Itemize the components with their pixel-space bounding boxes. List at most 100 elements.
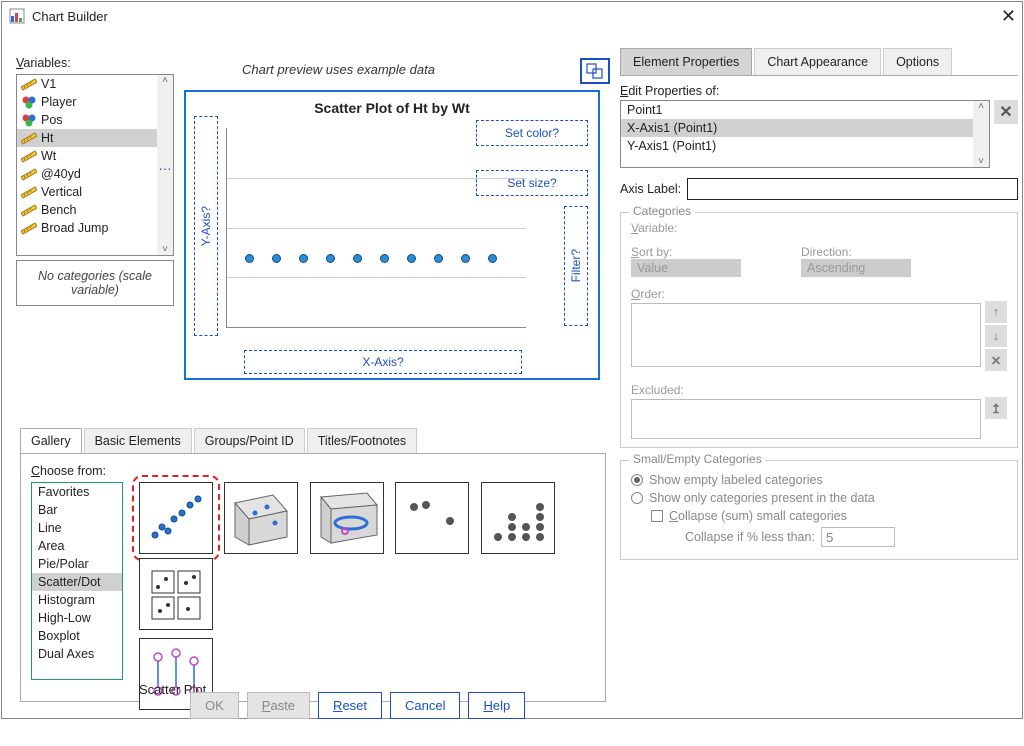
- gallery-tab[interactable]: Groups/Point ID: [194, 428, 305, 453]
- variable-name: @40yd: [41, 167, 81, 181]
- variable-item[interactable]: Pos: [17, 111, 173, 129]
- close-icon[interactable]: ✕: [1001, 6, 1016, 27]
- excluded-list[interactable]: [631, 399, 981, 439]
- chart-type-item[interactable]: Pie/Polar: [32, 555, 122, 573]
- variable-item[interactable]: Ht: [17, 129, 173, 147]
- variable-item[interactable]: V1: [17, 75, 173, 93]
- gallery-panel: Choose from: FavoritesBarLineAreaPie/Pol…: [20, 454, 606, 702]
- variable-name: Wt: [41, 149, 56, 163]
- properties-tab[interactable]: Element Properties: [620, 48, 752, 75]
- variable-name: Pos: [41, 113, 63, 127]
- data-point: [407, 254, 416, 263]
- property-item[interactable]: Point1: [621, 101, 989, 119]
- reset-button[interactable]: Reset: [318, 692, 382, 719]
- variable-name: V1: [41, 77, 56, 91]
- swap-axes-button[interactable]: [580, 58, 610, 84]
- gallery-tab[interactable]: Gallery: [20, 428, 82, 453]
- thumb-matrix-scatter[interactable]: [310, 482, 384, 554]
- variable-item[interactable]: Broad Jump: [17, 219, 173, 237]
- remove-button[interactable]: ✕: [985, 349, 1007, 371]
- properties-list[interactable]: Point1X-Axis1 (Point1)Y-Axis1 (Point1)˄˅: [620, 100, 990, 168]
- chart-type-item[interactable]: Scatter/Dot: [32, 573, 122, 591]
- categories-group: Categories Variable: Sort by: Value Dire…: [620, 212, 1018, 448]
- order-list[interactable]: [631, 303, 981, 367]
- variable-item[interactable]: Vertical: [17, 183, 173, 201]
- property-item[interactable]: Y-Axis1 (Point1): [621, 137, 989, 155]
- thumb-scatter[interactable]: [139, 482, 213, 554]
- data-point: [326, 254, 335, 263]
- data-point: [299, 254, 308, 263]
- help-button[interactable]: Help: [468, 692, 525, 719]
- thumb-summary-point[interactable]: [139, 558, 213, 630]
- scrollbar-vertical[interactable]: ˄…˅: [157, 75, 173, 255]
- chart-type-list[interactable]: FavoritesBarLineAreaPie/PolarScatter/Dot…: [31, 482, 123, 680]
- collapse-pct-row: Collapse if % less than:: [685, 527, 1007, 547]
- data-point: [434, 254, 443, 263]
- dialog-buttons: OK Paste Reset Cancel Help: [190, 692, 525, 719]
- data-point: [245, 254, 254, 263]
- chart-type-item[interactable]: High-Low: [32, 609, 122, 627]
- axis-label-label: Axis Label:: [620, 182, 681, 196]
- chart-type-item[interactable]: Boxplot: [32, 627, 122, 645]
- variables-list[interactable]: V1 Player Pos Ht Wt @40yd VerticalBenchBroad J…: [16, 74, 174, 256]
- chart-builder-window: Chart Builder ✕ Variables: V1PlayerPosHt…: [1, 1, 1023, 719]
- property-item[interactable]: X-Axis1 (Point1): [621, 119, 989, 137]
- show-empty-radio[interactable]: Show empty labeled categories: [631, 473, 1007, 487]
- collapse-pct-input[interactable]: [821, 527, 895, 547]
- variable-name: Player: [41, 95, 76, 109]
- variable-name: Ht: [41, 131, 54, 145]
- variable-item[interactable]: Bench: [17, 201, 173, 219]
- checkbox-icon: [651, 510, 663, 522]
- direction-select[interactable]: Ascending: [801, 259, 911, 277]
- excluded-label: Excluded:: [631, 383, 1007, 397]
- thumb-3d-scatter[interactable]: [224, 482, 298, 554]
- thumb-stacked-dot[interactable]: [481, 482, 555, 554]
- restore-button[interactable]: ↥: [985, 397, 1007, 419]
- gallery-tab[interactable]: Titles/Footnotes: [307, 428, 417, 453]
- data-point: [380, 254, 389, 263]
- paste-button[interactable]: Paste: [247, 692, 310, 719]
- cancel-button[interactable]: Cancel: [390, 692, 460, 719]
- scrollbar-vertical[interactable]: ˄˅: [973, 101, 989, 167]
- app-icon: [8, 7, 26, 25]
- properties-tab[interactable]: Options: [883, 48, 952, 75]
- gallery-tab[interactable]: Basic Elements: [84, 428, 192, 453]
- chart-type-item[interactable]: Area: [32, 537, 122, 555]
- properties-tab[interactable]: Chart Appearance: [754, 48, 881, 75]
- show-present-radio[interactable]: Show only categories present in the data: [631, 491, 1007, 505]
- variable-item[interactable]: Player: [17, 93, 173, 111]
- thumb-simple-dot[interactable]: [395, 482, 469, 554]
- collapse-checkbox[interactable]: Collapse (sum) small categories: [651, 509, 1007, 523]
- variable-item[interactable]: @40yd: [17, 165, 173, 183]
- axis-label-input[interactable]: [687, 178, 1018, 200]
- sort-by-select[interactable]: Value: [631, 259, 741, 277]
- chart-preview[interactable]: Scatter Plot of Ht by Wt Set color? Set …: [184, 90, 600, 380]
- small-empty-title: Small/Empty Categories: [629, 452, 766, 466]
- direction-label: Direction:: [801, 245, 911, 259]
- dropzone-x[interactable]: X-Axis?: [244, 350, 522, 374]
- cat-variable-label: Variable:: [631, 221, 1007, 235]
- chart-type-item[interactable]: Favorites: [32, 483, 122, 501]
- plot-area: [226, 128, 526, 328]
- title-bar: Chart Builder ✕: [2, 2, 1022, 30]
- delete-element-button[interactable]: ✕: [994, 100, 1018, 124]
- data-point: [353, 254, 362, 263]
- radio-icon: [631, 474, 643, 486]
- data-point: [272, 254, 281, 263]
- properties-tabbar: Element PropertiesChart AppearanceOption…: [620, 48, 1018, 76]
- radio-icon: [631, 492, 643, 504]
- chart-type-item[interactable]: Line: [32, 519, 122, 537]
- move-up-button[interactable]: ↑: [985, 301, 1007, 323]
- swap-icon: [585, 62, 605, 80]
- variable-item[interactable]: Wt: [17, 147, 173, 165]
- chart-type-item[interactable]: Dual Axes: [32, 645, 122, 663]
- dropzone-filter[interactable]: Filter?: [564, 206, 588, 326]
- chart-type-item[interactable]: Histogram: [32, 591, 122, 609]
- preview-hint: Chart preview uses example data: [242, 62, 435, 77]
- chart-type-item[interactable]: Bar: [32, 501, 122, 519]
- order-label: Order:: [631, 287, 1007, 301]
- dropzone-y[interactable]: Y-Axis?: [194, 116, 218, 336]
- move-down-button[interactable]: ↓: [985, 325, 1007, 347]
- categories-info: No categories (scale variable): [16, 260, 174, 306]
- ok-button[interactable]: OK: [190, 692, 239, 719]
